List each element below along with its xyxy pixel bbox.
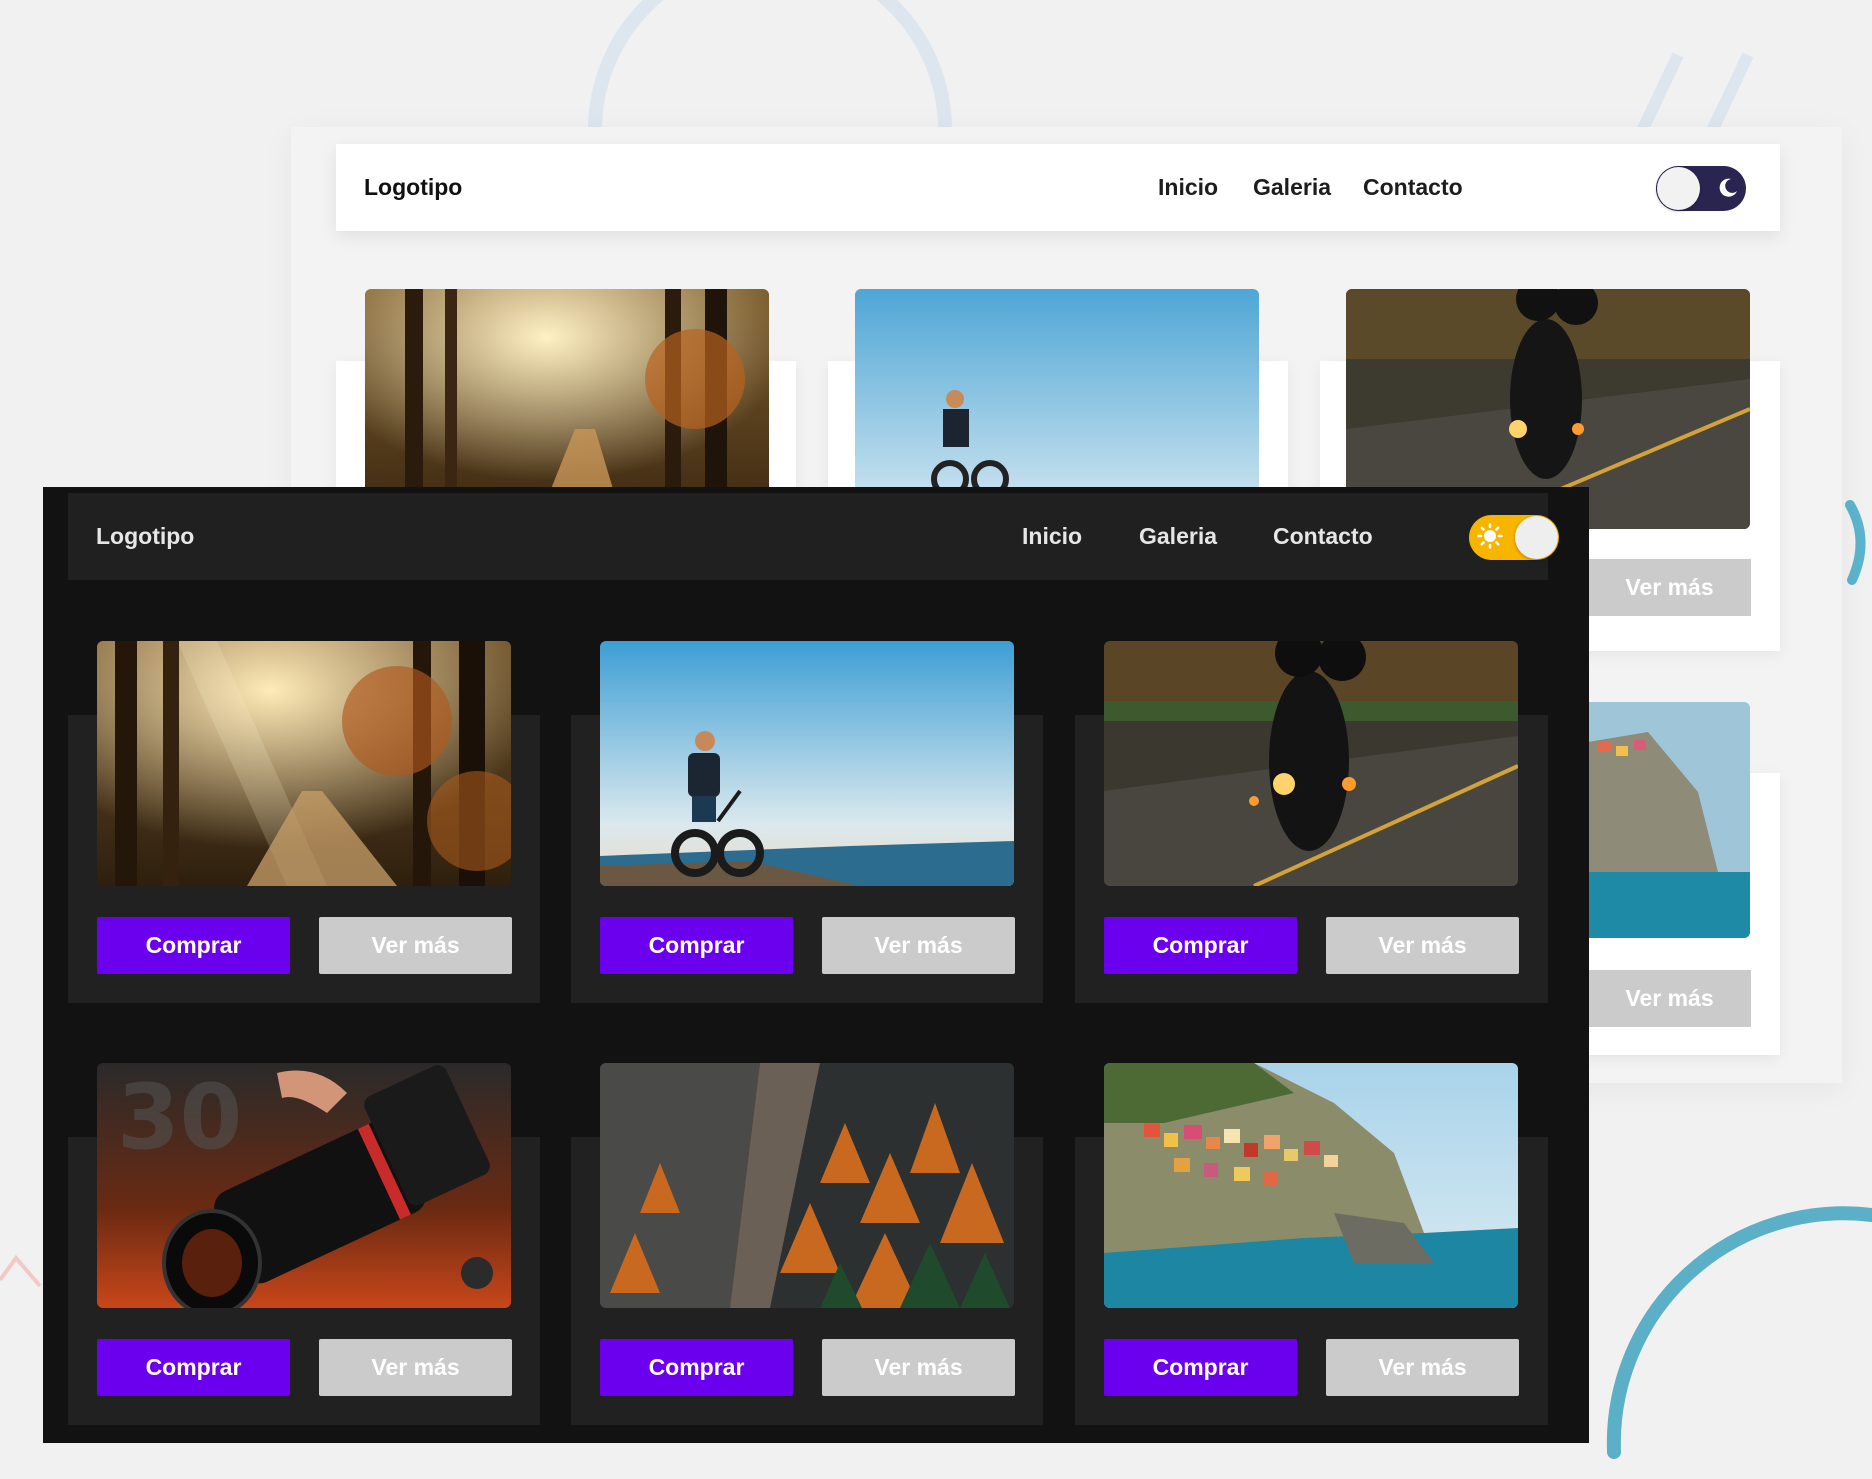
sun-icon [1477, 523, 1503, 549]
logo[interactable]: Logotipo [96, 523, 194, 550]
decorative-circle-bottom [1606, 1206, 1872, 1459]
image-coastal-village[interactable] [1104, 1063, 1518, 1308]
comprar-button[interactable]: Comprar [1104, 1339, 1297, 1396]
dark-mode-toggle[interactable] [1656, 166, 1746, 211]
ver-mas-button[interactable]: Ver más [1326, 917, 1519, 974]
moon-icon [1716, 176, 1740, 205]
comprar-button[interactable]: Comprar [600, 917, 793, 974]
nav-link-galeria[interactable]: Galeria [1253, 174, 1331, 201]
svg-text:30: 30 [117, 1065, 242, 1170]
image-forest-sunrays[interactable] [97, 641, 511, 886]
ver-mas-button[interactable]: Ver más [1588, 970, 1751, 1027]
navbar-dark: Logotipo Inicio Galeria Contacto [68, 493, 1559, 580]
light-mode-toggle[interactable] [1469, 515, 1559, 560]
decorative-chevron-left [0, 1254, 42, 1288]
nav-link-galeria[interactable]: Galeria [1139, 523, 1217, 550]
nav-link-inicio[interactable]: Inicio [1022, 523, 1082, 550]
navbar-light: Logotipo Inicio Galeria Contacto [336, 144, 1780, 231]
decorative-circle-top [588, 0, 952, 131]
image-autumn-cliff-forest[interactable] [600, 1063, 1014, 1308]
comprar-button[interactable]: Comprar [600, 1339, 793, 1396]
comprar-button[interactable]: Comprar [97, 1339, 290, 1396]
ver-mas-button[interactable]: Ver más [822, 917, 1015, 974]
comprar-button[interactable]: Comprar [1104, 917, 1297, 974]
ver-mas-button[interactable]: Ver más [319, 1339, 512, 1396]
image-beach-bike-rider[interactable] [600, 641, 1014, 886]
ver-mas-button[interactable]: Ver más [319, 917, 512, 974]
logo[interactable]: Logotipo [364, 174, 462, 201]
comprar-button[interactable]: Comprar [97, 917, 290, 974]
image-motorcycle-night[interactable] [1104, 641, 1518, 886]
toggle-knob [1515, 516, 1558, 559]
ver-mas-button[interactable]: Ver más [822, 1339, 1015, 1396]
dark-theme-preview: Logotipo Inicio Galeria Contacto 30 Comp… [43, 487, 1589, 1443]
nav-link-contacto[interactable]: Contacto [1273, 523, 1373, 550]
toggle-knob [1657, 167, 1700, 210]
image-camera-lens[interactable]: 30 [97, 1063, 511, 1308]
image-coastal-village[interactable] [1588, 702, 1750, 938]
ver-mas-button[interactable]: Ver más [1326, 1339, 1519, 1396]
ver-mas-button[interactable]: Ver más [1588, 559, 1751, 616]
nav-link-contacto[interactable]: Contacto [1363, 174, 1463, 201]
nav-link-inicio[interactable]: Inicio [1158, 174, 1218, 201]
